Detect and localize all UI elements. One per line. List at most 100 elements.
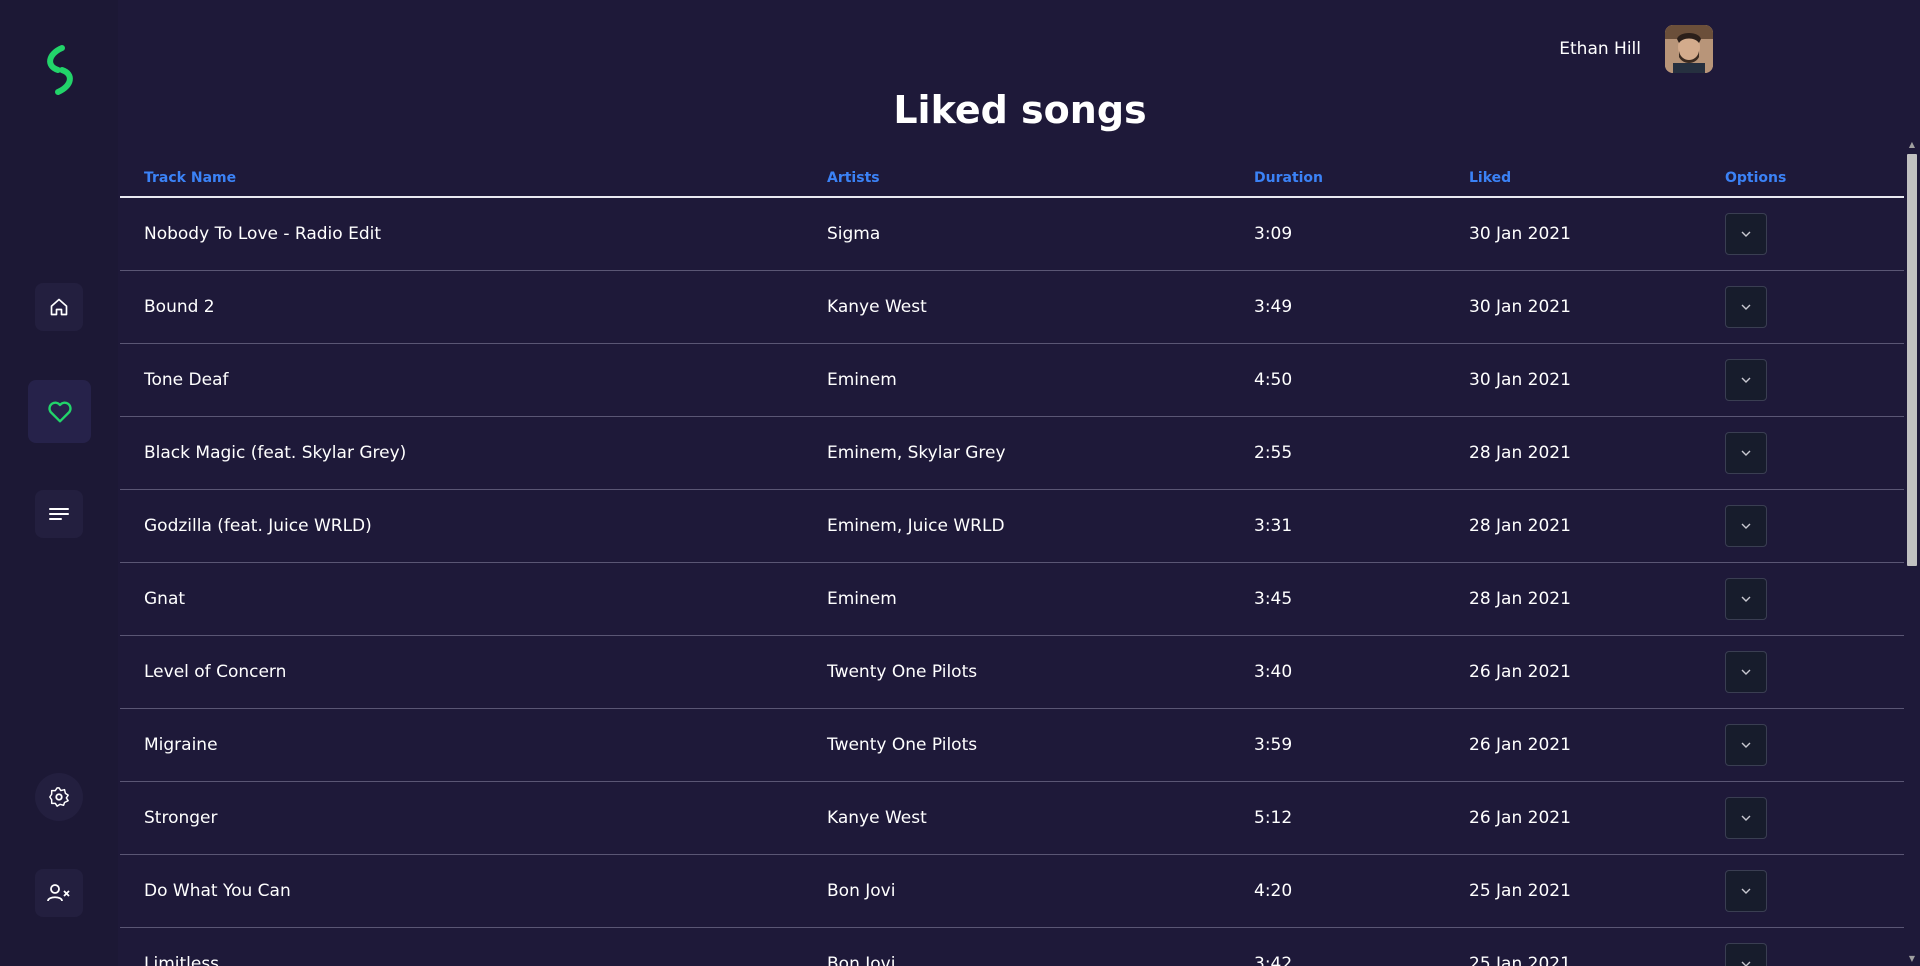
- options-cell: [1725, 197, 1904, 271]
- sidebar-item-logout[interactable]: [35, 869, 83, 917]
- duration-cell: 3:09: [1254, 197, 1469, 271]
- track-name-cell[interactable]: Black Magic (feat. Skylar Grey): [120, 416, 827, 490]
- vertical-scrollbar[interactable]: ▲ ▼: [1904, 138, 1920, 966]
- liked-date-cell: 26 Jan 2021: [1469, 635, 1725, 709]
- artists-cell[interactable]: Kanye West: [827, 270, 1254, 344]
- chevron-down-icon: [1741, 815, 1751, 821]
- options-dropdown-button[interactable]: [1725, 651, 1767, 693]
- table-row[interactable]: Tone Deaf Eminem 4:50 30 Jan 2021: [120, 343, 1904, 417]
- table-row[interactable]: Migraine Twenty One Pilots 3:59 26 Jan 2021: [120, 708, 1904, 782]
- chevron-down-icon: [1741, 523, 1751, 529]
- track-name-cell[interactable]: Bound 2: [120, 270, 827, 344]
- options-dropdown-button[interactable]: [1725, 359, 1767, 401]
- track-name-cell[interactable]: Do What You Can: [120, 854, 827, 928]
- duration-cell: 5:12: [1254, 781, 1469, 855]
- table-row[interactable]: Bound 2 Kanye West 3:49 30 Jan 2021: [120, 270, 1904, 344]
- chevron-down-icon: [1741, 450, 1751, 456]
- chevron-down-icon: [1741, 596, 1751, 602]
- options-dropdown-button[interactable]: [1725, 213, 1767, 255]
- artists-cell[interactable]: Twenty One Pilots: [827, 635, 1254, 709]
- artists-cell[interactable]: Sigma: [827, 197, 1254, 271]
- artists-cell[interactable]: Eminem: [827, 562, 1254, 636]
- artists-cell[interactable]: Eminem: [827, 343, 1254, 417]
- sidebar-item-liked[interactable]: [28, 380, 91, 443]
- table-row[interactable]: Do What You Can Bon Jovi 4:20 25 Jan 2021: [120, 854, 1904, 928]
- column-header-liked[interactable]: Liked: [1469, 160, 1725, 198]
- sidebar-item-playlists[interactable]: [35, 490, 83, 538]
- menu-lines-icon: [49, 508, 69, 520]
- table-row[interactable]: Black Magic (feat. Skylar Grey) Eminem, S…: [120, 416, 1904, 490]
- options-cell: [1725, 562, 1904, 636]
- track-name-cell[interactable]: Stronger: [120, 781, 827, 855]
- sidebar-item-home[interactable]: [35, 283, 83, 331]
- duration-cell: 3:45: [1254, 562, 1469, 636]
- avatar[interactable]: [1665, 25, 1713, 73]
- table-row[interactable]: Gnat Eminem 3:45 28 Jan 2021: [120, 562, 1904, 636]
- scroll-up-arrow[interactable]: ▲: [1907, 140, 1917, 150]
- track-name-cell[interactable]: Godzilla (feat. Juice WRLD): [120, 489, 827, 563]
- column-header-artists[interactable]: Artists: [827, 160, 1254, 198]
- duration-cell: 2:55: [1254, 416, 1469, 490]
- sidebar-item-settings[interactable]: [35, 773, 83, 821]
- duration-cell: 3:59: [1254, 708, 1469, 782]
- options-dropdown-button[interactable]: [1725, 797, 1767, 839]
- options-dropdown-button[interactable]: [1725, 870, 1767, 912]
- liked-date-cell: 28 Jan 2021: [1469, 562, 1725, 636]
- table-header-row: Track Name Artists Duration Liked Option…: [120, 160, 1904, 198]
- table-row[interactable]: Level of Concern Twenty One Pilots 3:40 26 …: [120, 635, 1904, 709]
- track-name-cell[interactable]: Tone Deaf: [120, 343, 827, 417]
- liked-date-cell: 25 Jan 2021: [1469, 927, 1725, 966]
- options-dropdown-button[interactable]: [1725, 286, 1767, 328]
- scroll-thumb[interactable]: [1907, 154, 1917, 566]
- track-name-cell[interactable]: Gnat: [120, 562, 827, 636]
- column-header-duration[interactable]: Duration: [1254, 160, 1469, 198]
- duration-cell: 3:42: [1254, 927, 1469, 966]
- chevron-down-icon: [1741, 377, 1751, 383]
- scroll-down-arrow[interactable]: ▼: [1907, 954, 1917, 964]
- logo-icon: [47, 45, 73, 95]
- user-remove-icon: [47, 884, 70, 902]
- chevron-down-icon: [1741, 669, 1751, 675]
- options-cell: [1725, 781, 1904, 855]
- app-logo[interactable]: [40, 44, 80, 100]
- artists-cell[interactable]: Twenty One Pilots: [827, 708, 1254, 782]
- user-profile[interactable]: Ethan Hill: [1559, 25, 1713, 73]
- chevron-down-icon: [1741, 231, 1751, 237]
- sidebar: [0, 0, 118, 966]
- artists-cell[interactable]: Eminem, Skylar Grey: [827, 416, 1254, 490]
- liked-songs-table: Track Name Artists Duration Liked Option…: [120, 160, 1904, 966]
- artists-cell[interactable]: Bon Jovi: [827, 854, 1254, 928]
- options-dropdown-button[interactable]: [1725, 505, 1767, 547]
- track-name-cell[interactable]: Migraine: [120, 708, 827, 782]
- liked-date-cell: 25 Jan 2021: [1469, 854, 1725, 928]
- duration-cell: 3:49: [1254, 270, 1469, 344]
- options-dropdown-button[interactable]: [1725, 724, 1767, 766]
- liked-date-cell: 30 Jan 2021: [1469, 197, 1725, 271]
- options-cell: [1725, 416, 1904, 490]
- heart-icon: [47, 401, 72, 422]
- table-row[interactable]: Limitless Bon Jovi 3:42 25 Jan 2021: [120, 927, 1904, 966]
- options-dropdown-button[interactable]: [1725, 578, 1767, 620]
- duration-cell: 3:40: [1254, 635, 1469, 709]
- options-cell: [1725, 489, 1904, 563]
- column-header-options: Options: [1725, 160, 1904, 198]
- duration-cell: 4:50: [1254, 343, 1469, 417]
- track-name-cell[interactable]: Nobody To Love - Radio Edit: [120, 197, 827, 271]
- options-cell: [1725, 854, 1904, 928]
- column-header-track-name[interactable]: Track Name: [120, 160, 827, 198]
- options-dropdown-button[interactable]: [1725, 432, 1767, 474]
- avatar-image: [1665, 25, 1713, 73]
- options-dropdown-button[interactable]: [1725, 943, 1767, 966]
- track-name-cell[interactable]: Limitless: [120, 927, 827, 966]
- table-row[interactable]: Godzilla (feat. Juice WRLD) Eminem, Juice…: [120, 489, 1904, 563]
- liked-date-cell: 30 Jan 2021: [1469, 270, 1725, 344]
- artists-cell[interactable]: Kanye West: [827, 781, 1254, 855]
- liked-date-cell: 28 Jan 2021: [1469, 489, 1725, 563]
- liked-date-cell: 26 Jan 2021: [1469, 781, 1725, 855]
- chevron-down-icon: [1741, 961, 1751, 966]
- track-name-cell[interactable]: Level of Concern: [120, 635, 827, 709]
- artists-cell[interactable]: Bon Jovi: [827, 927, 1254, 966]
- table-row[interactable]: Nobody To Love - Radio Edit Sigma 3:09 30 J…: [120, 197, 1904, 271]
- artists-cell[interactable]: Eminem, Juice WRLD: [827, 489, 1254, 563]
- table-row[interactable]: Stronger Kanye West 5:12 26 Jan 2021: [120, 781, 1904, 855]
